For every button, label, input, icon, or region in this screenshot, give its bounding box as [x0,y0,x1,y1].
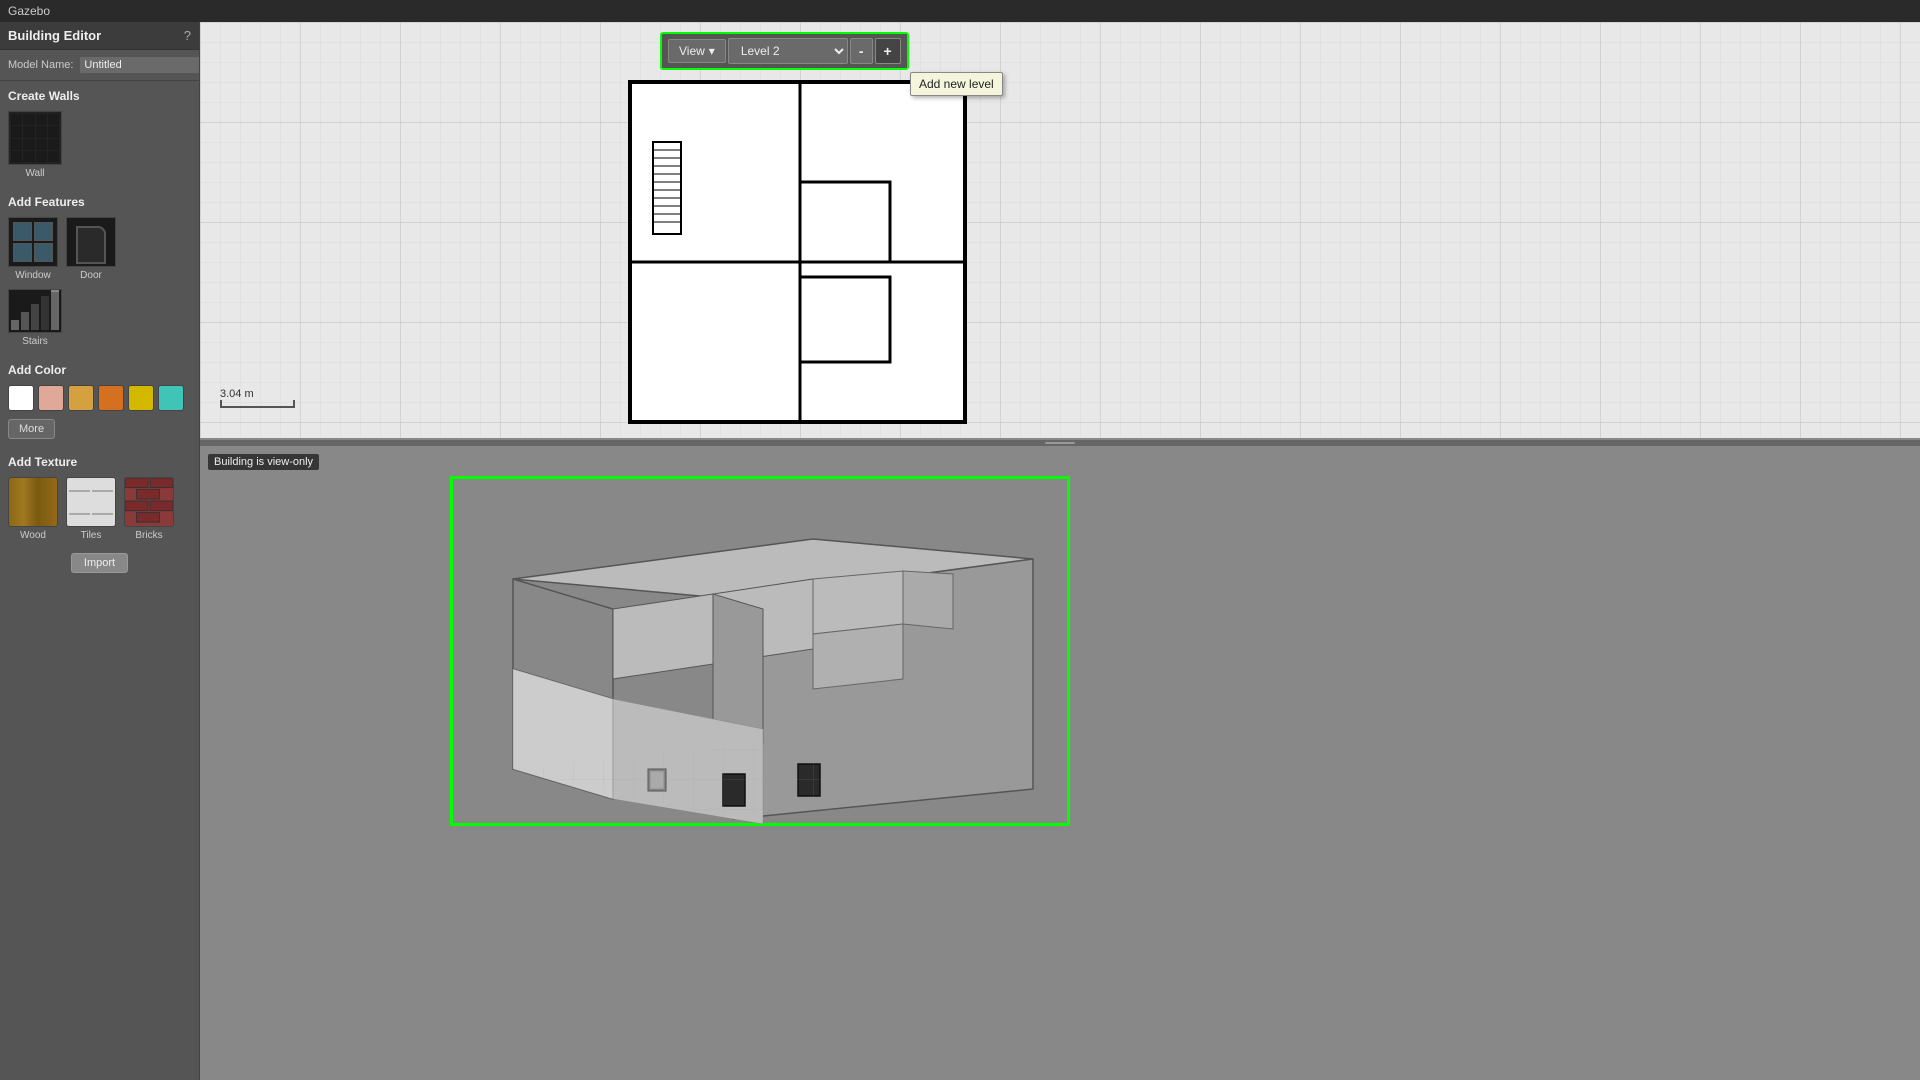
sidebar-header: Building Editor ? [0,22,199,50]
sidebar: Building Editor ? Model Name: Create Wal… [0,22,200,1080]
title-bar: Gazebo [0,0,1920,22]
view-button-label: View [679,44,705,58]
app-title: Gazebo [8,4,50,18]
wood-label: Wood [20,530,46,541]
color-yellow[interactable] [128,385,154,411]
texture-items: Wood Tiles [0,473,199,549]
stairs-items: Stairs [0,289,199,355]
wood-texture-item[interactable]: Wood [8,477,58,541]
model-name-input[interactable] [79,56,200,74]
level-minus-button[interactable]: - [850,38,873,64]
wall-item[interactable]: Wall [8,111,62,179]
wall-thumb [8,111,62,165]
window-item[interactable]: Window [8,217,58,281]
add-color-section: Add Color [0,355,199,381]
model-name-row: Model Name: [0,50,199,81]
color-orange-yellow[interactable] [68,385,94,411]
scale-line [220,400,295,408]
window-label: Window [15,270,51,281]
top-view-panel: View ▾ Level 1 Level 2 Level 3 - + Add n… [200,22,1920,440]
add-texture-section: Add Texture [0,447,199,473]
import-button[interactable]: Import [71,553,128,573]
model-name-label: Model Name: [8,59,73,71]
door-item[interactable]: Door [66,217,116,281]
stairs-label: Stairs [22,336,48,347]
tiles-label: Tiles [81,530,102,541]
view-button[interactable]: View ▾ [668,39,726,63]
tiles-thumb [66,477,116,527]
stairs-item[interactable]: Stairs [8,289,62,347]
door-thumb [66,217,116,267]
bricks-thumb [124,477,174,527]
color-peach[interactable] [38,385,64,411]
wood-thumb [8,477,58,527]
add-new-level-tooltip: Add new level [910,72,1003,96]
bottom-3d-view-panel: Building is view-only [200,446,1920,1080]
floorplan-svg [200,22,1920,440]
right-area: View ▾ Level 1 Level 2 Level 3 - + Add n… [200,22,1920,1080]
color-teal[interactable] [158,385,184,411]
level-select[interactable]: Level 1 Level 2 Level 3 [728,38,848,64]
stairs-thumb [8,289,62,333]
wall-label: Wall [25,168,44,179]
level-plus-button[interactable]: + [875,38,901,64]
feature-items: Window Door [0,213,199,289]
add-features-section: Add Features [0,187,199,213]
door-label: Door [80,270,102,281]
color-swatches [0,381,199,419]
color-orange[interactable] [98,385,124,411]
scale-bar: 3.04 m [220,388,295,408]
window-thumb [8,217,58,267]
scale-label: 3.04 m [220,388,254,400]
color-white[interactable] [8,385,34,411]
more-colors-button[interactable]: More [8,419,55,439]
bricks-label: Bricks [135,530,162,541]
tiles-texture-item[interactable]: Tiles [66,477,116,541]
toolbar-overlay: View ▾ Level 1 Level 2 Level 3 - + [660,32,909,70]
view-only-status: Building is view-only [208,454,319,470]
building-editor-title: Building Editor [8,28,101,43]
view-dropdown-icon: ▾ [709,44,715,58]
create-walls-section: Create Walls [0,81,199,107]
help-icon[interactable]: ? [184,28,191,43]
bricks-texture-item[interactable]: Bricks [124,477,174,541]
wall-items: Wall [0,107,199,187]
3d-building-render [450,476,1070,826]
